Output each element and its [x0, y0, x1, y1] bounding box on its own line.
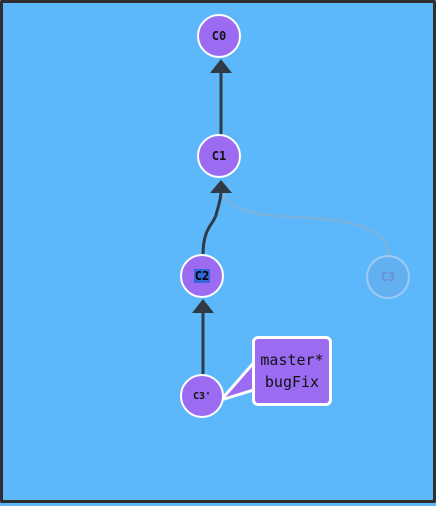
edge-c3-to-c1: [219, 190, 391, 258]
commit-c3-ghost[interactable]: C3: [366, 255, 410, 299]
commit-c3-prime-label: C3': [192, 390, 212, 402]
commit-c3-ghost-label: C3: [380, 270, 396, 284]
commit-c1-label: C1: [211, 149, 227, 163]
git-graph-canvas: C0 C1 C2 C3 C3' master* bugFix: [0, 0, 436, 503]
commit-c0[interactable]: C0: [197, 14, 241, 58]
branch-master-label: master*: [260, 351, 324, 369]
commit-c1[interactable]: C1: [197, 134, 241, 178]
commit-c0-label: C0: [211, 29, 227, 43]
edge-c2-to-c1: [201, 192, 223, 256]
commit-graph-edges: [192, 59, 391, 402]
commit-c2[interactable]: C2: [180, 254, 224, 298]
branch-bugfix-label: bugFix: [264, 373, 320, 391]
branch-label[interactable]: master* bugFix: [252, 336, 332, 406]
commit-c2-label: C2: [193, 269, 211, 283]
arrowhead-c2: [192, 299, 214, 313]
commit-c3-prime[interactable]: C3': [180, 374, 224, 418]
arrowhead-c0: [210, 59, 232, 73]
arrowhead-c1: [210, 180, 232, 193]
